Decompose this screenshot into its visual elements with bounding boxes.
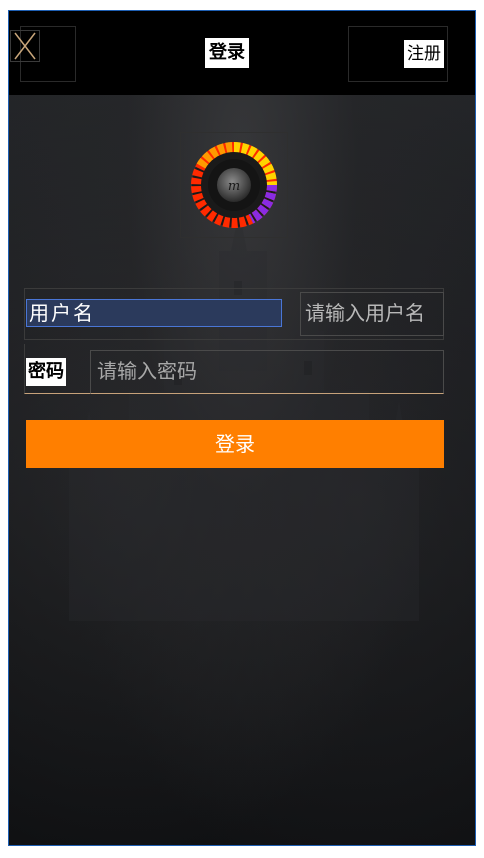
password-input[interactable] [90,350,444,394]
color-wheel-logo-icon: m [191,142,277,228]
register-button[interactable]: 注册 [404,40,444,68]
page-title: 登录 [205,38,249,68]
close-button[interactable] [10,30,40,62]
login-button[interactable]: 登录 [26,420,444,468]
close-icon [14,32,36,60]
password-label: 密码 [26,358,66,386]
username-input[interactable] [300,292,444,336]
svg-text:m: m [228,179,240,194]
username-label: 用户名 [26,299,282,327]
